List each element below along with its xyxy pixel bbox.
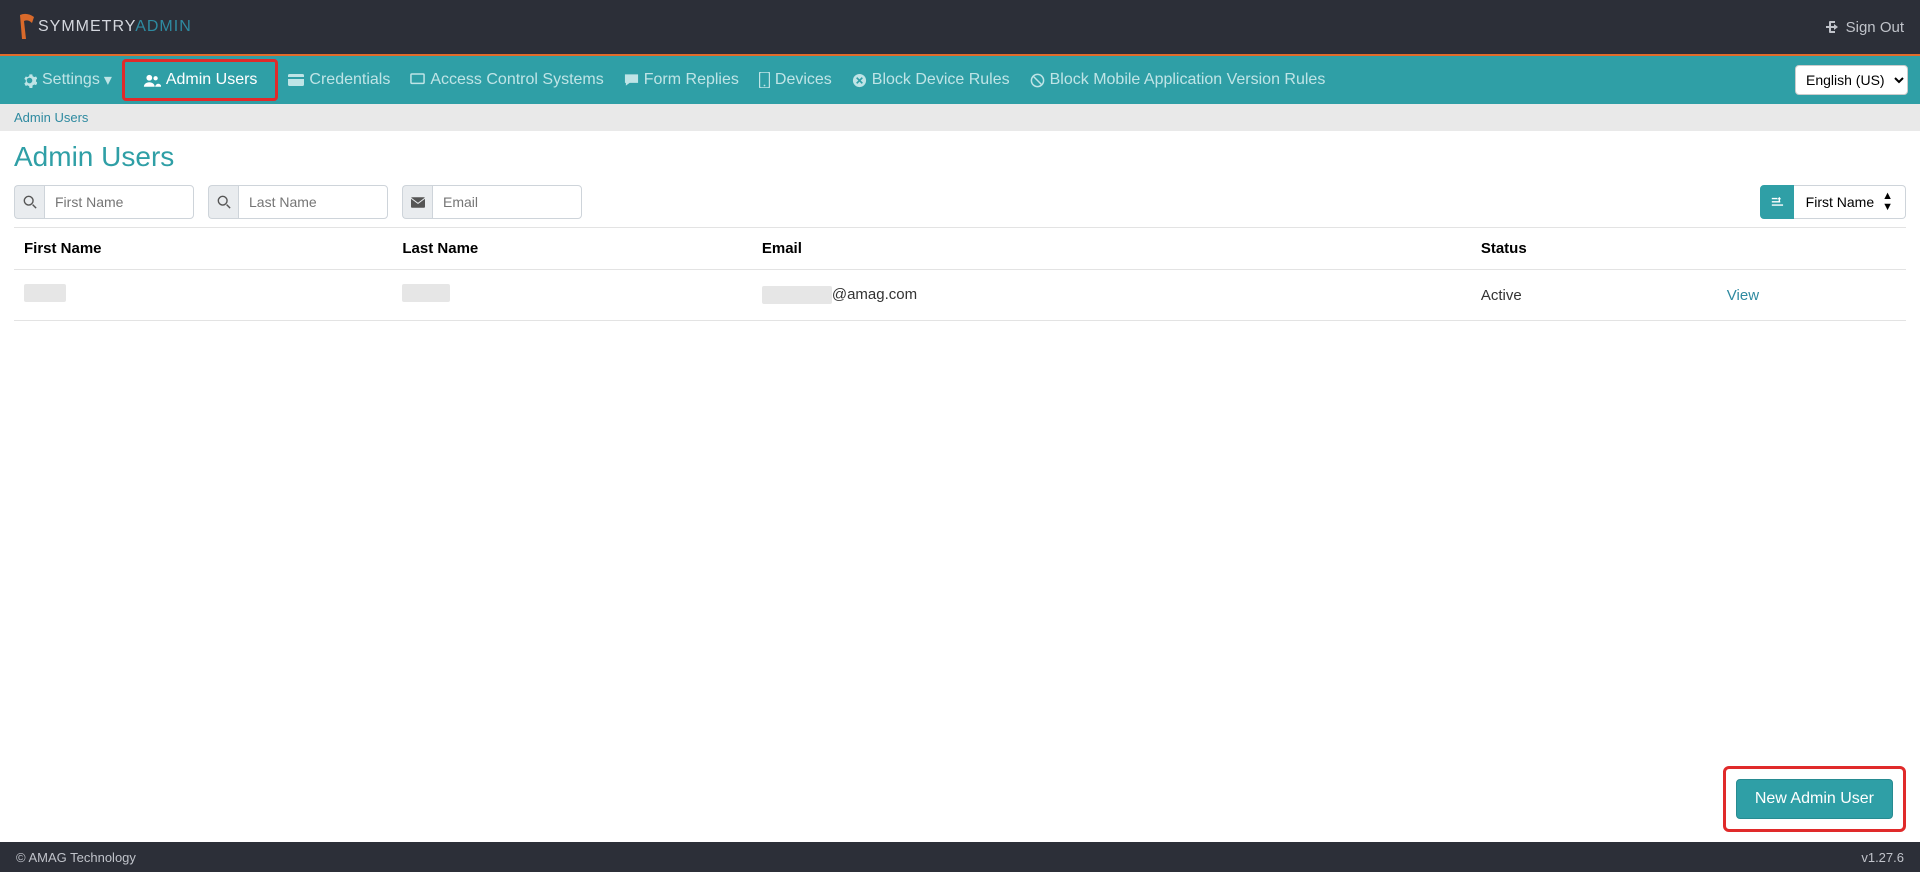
filter-first-name bbox=[14, 185, 194, 219]
sign-out-button[interactable]: Sign Out bbox=[1824, 19, 1904, 36]
main-nav: Settings ▾ Admin Users Credentials Acces… bbox=[0, 56, 1920, 104]
nav-access-control[interactable]: Access Control Systems bbox=[400, 62, 613, 98]
search-icon bbox=[208, 185, 238, 219]
sort-control[interactable]: First Name ▲▼ bbox=[1760, 185, 1906, 219]
nav-credentials[interactable]: Credentials bbox=[278, 62, 400, 98]
monitor-icon bbox=[410, 73, 425, 88]
nav-admin-users[interactable]: Admin Users bbox=[133, 62, 268, 98]
col-email: Email bbox=[752, 228, 1471, 270]
new-admin-user-button[interactable]: New Admin User bbox=[1736, 779, 1893, 819]
redacted-last-name bbox=[402, 284, 450, 302]
chevron-down-icon: ▾ bbox=[104, 70, 112, 90]
users-table: First Name Last Name Email Status @amag.… bbox=[14, 227, 1906, 321]
sort-icon bbox=[1769, 195, 1784, 210]
last-name-input[interactable] bbox=[238, 185, 388, 219]
highlight-admin-users: Admin Users bbox=[122, 59, 279, 101]
sign-out-icon bbox=[1824, 19, 1840, 35]
block-icon bbox=[1030, 73, 1045, 88]
highlight-new-user: New Admin User bbox=[1723, 766, 1906, 832]
gear-icon bbox=[22, 73, 37, 88]
nav-form-replies[interactable]: Form Replies bbox=[614, 62, 749, 98]
top-bar: SYMMETRYADMIN Sign Out bbox=[0, 0, 1920, 56]
sort-field-select[interactable]: First Name ▲▼ bbox=[1794, 185, 1906, 219]
card-icon bbox=[288, 73, 304, 87]
brand-logo: SYMMETRYADMIN bbox=[16, 13, 192, 41]
nav-block-mobile-rules[interactable]: Block Mobile Application Version Rules bbox=[1020, 62, 1336, 98]
sort-direction-button[interactable] bbox=[1760, 185, 1794, 219]
breadcrumb: Admin Users bbox=[0, 104, 1920, 131]
filter-bar: First Name ▲▼ bbox=[14, 185, 1906, 219]
first-name-input[interactable] bbox=[44, 185, 194, 219]
email-suffix: @amag.com bbox=[832, 286, 917, 303]
footer-copyright: © AMAG Technology bbox=[16, 850, 136, 865]
logo-text-1: SYMMETRY bbox=[38, 18, 135, 35]
email-input[interactable] bbox=[432, 185, 582, 219]
sort-caret-icon: ▲▼ bbox=[1882, 191, 1893, 213]
status-cell: Active bbox=[1471, 270, 1717, 321]
mail-icon bbox=[402, 185, 432, 219]
nav-block-device-rules[interactable]: Block Device Rules bbox=[842, 62, 1020, 98]
footer-version: v1.27.6 bbox=[1861, 850, 1904, 865]
logo-text-2: ADMIN bbox=[135, 18, 192, 35]
col-first-name: First Name bbox=[14, 228, 392, 270]
filter-email bbox=[402, 185, 582, 219]
users-icon bbox=[143, 73, 161, 88]
filter-last-name bbox=[208, 185, 388, 219]
footer: © AMAG Technology v1.27.6 bbox=[0, 842, 1920, 872]
breadcrumb-item[interactable]: Admin Users bbox=[14, 110, 88, 125]
logo-icon bbox=[16, 13, 38, 41]
page-title: Admin Users bbox=[14, 141, 1906, 173]
nav-settings[interactable]: Settings ▾ bbox=[12, 62, 122, 98]
view-link[interactable]: View bbox=[1727, 287, 1759, 304]
mobile-icon bbox=[759, 72, 770, 88]
table-row: @amag.com Active View bbox=[14, 270, 1906, 321]
language-select[interactable]: English (US) bbox=[1795, 65, 1908, 95]
chat-icon bbox=[624, 73, 639, 87]
close-circle-icon bbox=[852, 73, 867, 88]
redacted-first-name bbox=[24, 284, 66, 302]
redacted-email-prefix bbox=[762, 286, 832, 304]
col-status: Status bbox=[1471, 228, 1717, 270]
col-last-name: Last Name bbox=[392, 228, 751, 270]
search-icon bbox=[14, 185, 44, 219]
nav-devices[interactable]: Devices bbox=[749, 62, 842, 98]
